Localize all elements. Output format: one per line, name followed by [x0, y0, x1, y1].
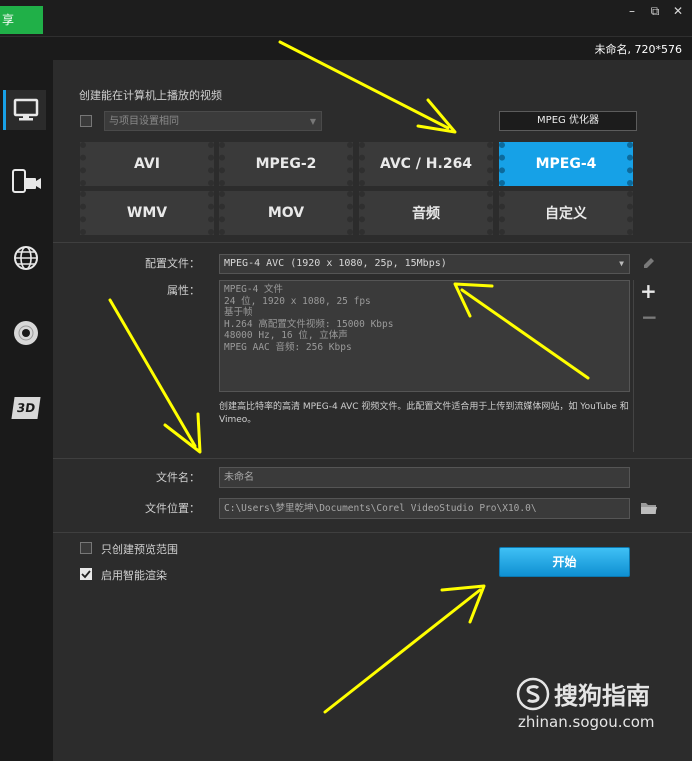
sogou-watermark: 搜狗指南 zhinan.sogou.com	[516, 676, 655, 731]
sogou-logo-icon	[516, 677, 550, 710]
annotation-arrow	[323, 588, 482, 714]
watermark-brand: 搜狗指南	[554, 682, 650, 710]
annotation-arrow	[108, 298, 197, 448]
annotation-arrow	[278, 40, 450, 130]
annotation-arrow-head	[163, 412, 202, 454]
annotation-arrow	[460, 288, 590, 380]
annotation-arrow-head	[453, 282, 494, 318]
annotation-overlay	[108, 40, 590, 714]
watermark-url: zhinan.sogou.com	[518, 713, 655, 731]
